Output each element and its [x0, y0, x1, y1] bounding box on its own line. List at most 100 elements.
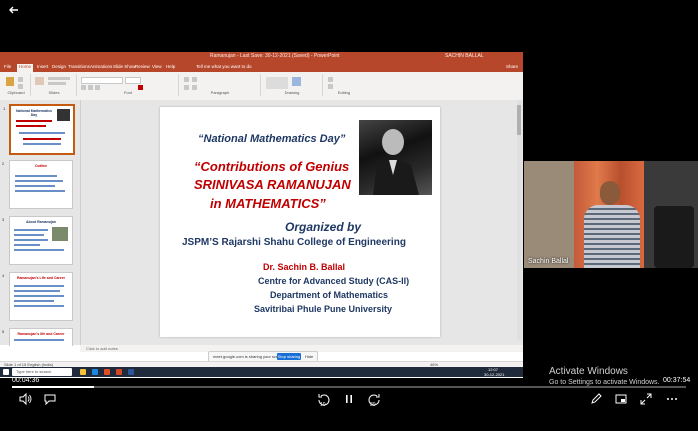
more-options-icon[interactable] — [664, 392, 680, 408]
notes-placeholder: Click to add notes — [86, 346, 118, 351]
ribbon: Clipboard Slides Font Paragraph Drawing … — [0, 72, 523, 101]
edit-pen-icon[interactable] — [588, 392, 604, 408]
slide-university: Savitribai Phule Pune University — [254, 304, 393, 314]
seek-bar-progress — [12, 386, 94, 388]
tab-view[interactable]: View — [152, 64, 162, 69]
tab-home[interactable]: Home — [17, 64, 34, 72]
ppt-user-name: SACHIN BALLAL — [445, 53, 484, 59]
edge-icon[interactable] — [92, 369, 98, 375]
slide-thumbnail[interactable]: 5 Ramanujan's life and Career — [2, 328, 73, 346]
tab-help[interactable]: Help — [166, 64, 175, 69]
scrollbar-thumb[interactable] — [517, 105, 521, 135]
current-time: 00:04:36 — [12, 377, 40, 384]
ribbon-label-editing: Editing — [337, 90, 351, 95]
slide-title-line3: in MATHEMATICS” — [210, 196, 326, 211]
activate-windows-subtitle: Go to Settings to activate Windows. — [549, 379, 660, 386]
reset-button[interactable] — [48, 82, 66, 85]
chair-image — [654, 206, 694, 268]
shapes-gallery[interactable] — [266, 77, 288, 89]
taskbar-search-placeholder: Type here to search — [16, 369, 52, 374]
bullets-icon[interactable] — [184, 77, 189, 82]
slide-thumbnail[interactable]: 1 National Mathematics Day — [3, 104, 75, 155]
participant-name: Sachin Ballal — [528, 258, 569, 265]
thumbnail-number: 5 — [2, 329, 5, 334]
ribbon-group-drawing: Drawing — [262, 74, 323, 96]
thumbnail-number: 1 — [3, 106, 6, 111]
tell-me-search[interactable]: Tell me what you want to do — [196, 64, 252, 69]
ribbon-group-font: Font — [78, 74, 179, 96]
volume-icon[interactable] — [17, 392, 33, 408]
slide-department: Department of Mathematics — [270, 290, 389, 300]
powerpoint-taskbar-icon[interactable] — [116, 369, 122, 375]
ribbon-group-clipboard: Clipboard — [2, 74, 31, 96]
slide-thumbnail[interactable]: 4 Ramanujan's Life and Career — [2, 272, 73, 321]
skip-back-seconds: 10 — [320, 402, 326, 408]
thumbnail-number: 3 — [2, 217, 5, 222]
ribbon-group-paragraph: Paragraph — [180, 74, 261, 96]
skip-forward-icon[interactable]: 30 — [366, 392, 382, 408]
seek-bar[interactable] — [12, 386, 686, 388]
copy-icon[interactable] — [18, 84, 23, 89]
share-bar-text: meet.google.com is sharing your screen. — [213, 354, 286, 359]
stop-sharing-button[interactable]: Stop sharing — [277, 353, 301, 360]
ribbon-label-clipboard: Clipboard — [7, 90, 25, 95]
thumbnail-title: About Ramanujan — [26, 220, 56, 224]
paste-icon[interactable] — [6, 77, 14, 86]
back-arrow-icon[interactable] — [8, 4, 20, 16]
new-slide-icon[interactable] — [35, 77, 44, 85]
thumbnail-number: 4 — [2, 273, 5, 278]
cast-icon[interactable] — [613, 392, 629, 408]
captions-icon[interactable] — [42, 392, 58, 408]
tab-file[interactable]: File — [4, 64, 11, 69]
ribbon-group-editing: Editing — [324, 74, 364, 96]
skip-forward-seconds: 30 — [370, 402, 376, 408]
windows-taskbar: Type here to search 12:07 30-12-2021 — [0, 367, 523, 377]
pause-icon[interactable] — [341, 392, 357, 408]
tab-slide-show[interactable]: Slide Show — [113, 64, 136, 69]
slide-event-title: “National Mathematics Day” — [198, 133, 346, 145]
webcam-video-tile: Sachin Ballal — [524, 161, 698, 268]
ribbon-label-slides: Slides — [48, 90, 60, 95]
slide-thumbnail[interactable]: 3 About Ramanujan — [2, 216, 73, 265]
thumbnail-title: Ramanujan's life and Career — [17, 332, 65, 336]
presenter-body — [584, 205, 640, 268]
tab-animations[interactable]: Animations — [90, 64, 112, 69]
thumbnail-title: Outline — [34, 164, 48, 168]
slide-scrollbar[interactable] — [517, 100, 521, 340]
ppt-window-title: Ramanujan - Last Save: 30-12-2021 (Saved… — [210, 53, 340, 59]
arrange-icon[interactable] — [292, 77, 301, 86]
numbering-icon[interactable] — [192, 77, 197, 82]
cut-icon[interactable] — [18, 77, 23, 82]
replace-icon[interactable] — [328, 84, 333, 89]
font-size-select[interactable] — [125, 77, 141, 84]
layout-dropdown[interactable] — [48, 77, 70, 80]
hide-share-bar-button[interactable]: Hide — [305, 354, 313, 359]
chrome-icon[interactable] — [104, 369, 110, 375]
file-explorer-icon[interactable] — [80, 369, 86, 375]
ribbon-label-drawing: Drawing — [284, 90, 300, 95]
slide-presenter: Dr. Sachin B. Ballal — [263, 262, 346, 272]
thumbnail-number: 2 — [2, 161, 5, 166]
find-icon[interactable] — [328, 77, 333, 82]
tab-review[interactable]: Review — [135, 64, 150, 69]
tab-insert[interactable]: Insert — [37, 64, 48, 69]
taskbar-search-box[interactable]: Type here to search — [12, 368, 72, 376]
word-taskbar-icon[interactable] — [128, 369, 134, 375]
thumbnail-title: National Mathematics Day — [16, 109, 52, 117]
tab-transitions[interactable]: Transitions — [68, 64, 90, 69]
font-family-select[interactable] — [81, 77, 123, 84]
ribbon-group-slides: Slides — [32, 74, 77, 96]
thumbnail-photo — [57, 109, 70, 121]
slide-title-line2: SRINIVASA RAMANUJAN — [194, 177, 351, 192]
ribbon-label-paragraph: Paragraph — [210, 90, 230, 95]
activate-windows-title: Activate Windows — [549, 366, 628, 377]
tab-design[interactable]: Design — [52, 64, 66, 69]
windows-start-icon[interactable] — [3, 369, 9, 375]
slide-college: JSPM’S Rajarshi Shahu College of Enginee… — [182, 237, 406, 248]
slide-centre: Centre for Advanced Study (CAS-II) — [258, 276, 410, 286]
thumbnail-title: Ramanujan's Life and Career — [16, 276, 66, 280]
slide-thumbnail[interactable]: 2 Outline — [2, 160, 73, 209]
fullscreen-icon[interactable] — [638, 392, 654, 408]
skip-back-icon[interactable]: 10 — [316, 392, 332, 408]
share-button[interactable]: Share — [506, 64, 518, 69]
